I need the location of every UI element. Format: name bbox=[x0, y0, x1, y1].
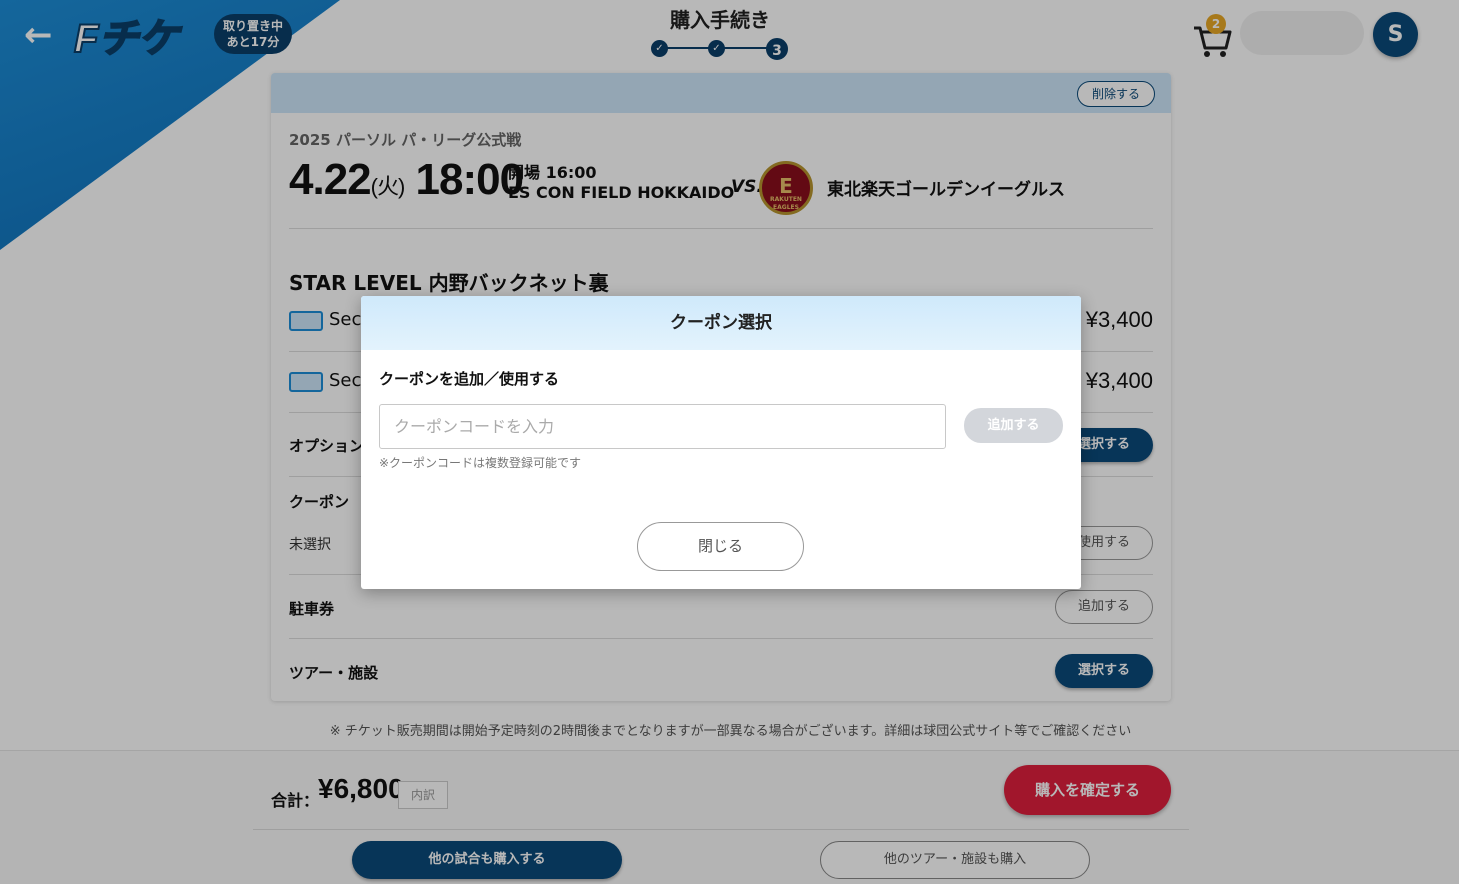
coupon-modal-subtitle: クーポンを追加／使用する bbox=[379, 370, 560, 388]
modal-close-button[interactable]: 閉じる bbox=[637, 522, 804, 571]
coupon-modal-title: クーポン選択 bbox=[361, 296, 1081, 350]
coupon-modal: クーポン選択 クーポンを追加／使用する 追加する ※クーポンコードは複数登録可能… bbox=[361, 296, 1081, 589]
coupon-code-input[interactable] bbox=[379, 404, 946, 449]
coupon-note: ※クーポンコードは複数登録可能です bbox=[379, 456, 582, 470]
coupon-add-button[interactable]: 追加する bbox=[964, 408, 1063, 443]
